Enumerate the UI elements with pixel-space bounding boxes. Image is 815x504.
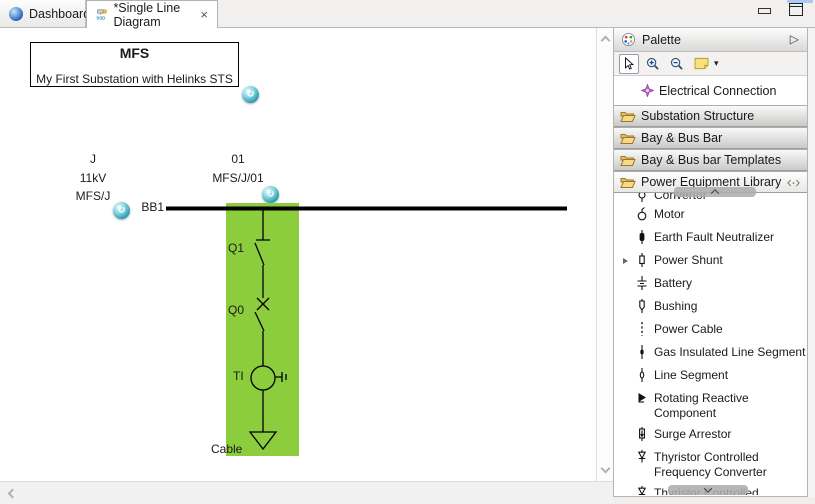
palette-item-electrical-connection[interactable]: Electrical Connection <box>614 76 807 105</box>
palette-item-surge-arrestor[interactable]: Surge Arrestor <box>614 424 807 442</box>
window-edge <box>808 28 815 497</box>
scroll-down-icon <box>704 484 712 492</box>
palette-title: Palette <box>642 33 681 47</box>
palette-item-gas-insulated-line-segment[interactable]: Gas Insulated Line Segment <box>614 342 807 360</box>
palette-header[interactable]: Palette ▷ <box>614 28 807 52</box>
canvas-vertical-scrollbar[interactable] <box>596 28 613 481</box>
surge-arrestor-icon <box>636 426 648 442</box>
palette-item-power-cable[interactable]: Power Cable <box>614 319 807 337</box>
tab-single-line-diagram[interactable]: SSD *Single Line Diagram × <box>86 0 218 28</box>
view-controls <box>758 3 803 16</box>
select-arrow-icon <box>622 57 636 71</box>
electrical-connection-label: Electrical Connection <box>659 84 776 98</box>
circuit-breaker-symbol[interactable] <box>255 298 269 366</box>
rotating-reactive-component-icon <box>636 390 648 406</box>
scroll-up-icon <box>711 189 719 197</box>
zoom-out-icon <box>670 57 684 71</box>
zoom-in-button[interactable] <box>643 54 663 74</box>
diagram-canvas[interactable]: MFS My First Substation with Helinks STS… <box>0 28 596 481</box>
palette-scroll-down-button[interactable] <box>668 485 748 495</box>
canvas-horizontal-scrollbar[interactable] <box>0 481 613 504</box>
zoom-out-button[interactable] <box>667 54 687 74</box>
palette-toolbar: ▾ <box>614 52 807 76</box>
folder-icon <box>620 154 636 167</box>
equipment-list: Convertor Motor Earth Fault Neutralizer <box>614 193 807 495</box>
palette-item-earth-fault-neutralizer[interactable]: Earth Fault Neutralizer <box>614 227 807 245</box>
single-line-diagram-graphics[interactable] <box>0 28 596 481</box>
palette-icon <box>621 32 636 47</box>
earth-fault-neutralizer-icon <box>636 229 648 245</box>
editor-tabbar: Dashboard SSD *Single Line Diagram × <box>0 0 815 28</box>
scroll-left-icon[interactable] <box>8 489 18 499</box>
folder-icon <box>620 110 636 123</box>
category-label: Bay & Bus Bar <box>641 131 722 145</box>
palette-panel: Palette ▷ <box>613 28 808 497</box>
select-tool-button[interactable] <box>619 54 639 74</box>
minimize-icon[interactable] <box>758 8 771 14</box>
note-dropdown-icon[interactable]: ▾ <box>714 58 719 69</box>
disconnector-label: Q1 <box>228 241 244 255</box>
minimized-panel-indicator <box>787 0 813 3</box>
palette-item-thyristor-controlled-frequency-converter[interactable]: Thyristor Controlled Frequency Converter <box>614 447 807 480</box>
palette-pin-arrow-icon[interactable]: ▷ <box>790 32 799 46</box>
palette-item-motor[interactable]: Motor <box>614 204 807 222</box>
scroll-down-icon[interactable] <box>601 464 611 474</box>
pin-icon[interactable] <box>787 179 800 187</box>
category-label: Substation Structure <box>641 109 754 123</box>
category-bay-bus-bar-templates[interactable]: Bay & Bus bar Templates <box>614 149 807 171</box>
disconnector-symbol[interactable] <box>255 210 270 298</box>
circuit-breaker-label: Q0 <box>228 303 244 317</box>
note-icon <box>694 57 709 70</box>
dashboard-globe-icon <box>9 7 23 21</box>
tab-dashboard[interactable]: Dashboard <box>0 0 86 27</box>
power-shunt-icon <box>636 252 648 268</box>
zoom-in-icon <box>646 57 660 71</box>
palette-item-line-segment[interactable]: Line Segment <box>614 365 807 383</box>
tab-dashboard-label: Dashboard <box>29 7 90 21</box>
convertor-icon <box>636 193 648 203</box>
battery-icon <box>636 275 648 291</box>
folder-icon <box>620 176 636 189</box>
category-label: Bay & Bus bar Templates <box>641 153 781 167</box>
maximize-icon[interactable] <box>789 3 803 16</box>
power-cable-icon <box>636 321 648 337</box>
electrical-connection-icon <box>641 84 654 97</box>
thyristor-frequency-converter-icon <box>636 449 648 465</box>
gas-insulated-line-segment-icon <box>636 344 648 360</box>
current-transformer-symbol[interactable] <box>251 366 275 390</box>
cable-symbol[interactable] <box>250 432 276 449</box>
note-tool-button[interactable] <box>691 54 711 74</box>
motor-icon <box>636 206 648 222</box>
close-tab-icon[interactable]: × <box>200 8 208 21</box>
current-transformer-label: TI <box>233 369 244 383</box>
tab-sld-label: *Single Line Diagram <box>113 1 192 29</box>
category-substation-structure[interactable]: Substation Structure <box>614 105 807 127</box>
scroll-up-icon[interactable] <box>601 36 611 46</box>
thyristor-reactive-component-icon <box>636 485 648 495</box>
palette-item-power-shunt[interactable]: Power Shunt <box>614 250 807 268</box>
line-segment-icon <box>636 367 648 383</box>
folder-icon <box>620 132 636 145</box>
ct-terminal-mark <box>275 372 286 382</box>
category-bay-bus-bar[interactable]: Bay & Bus Bar <box>614 127 807 149</box>
app-window: Dashboard SSD *Single Line Diagram × MFS… <box>0 0 815 504</box>
palette-item-rotating-reactive-component[interactable]: Rotating Reactive Component <box>614 388 807 421</box>
palette-scroll-up-button[interactable] <box>674 187 756 197</box>
palette-item-battery[interactable]: Battery <box>614 273 807 291</box>
cable-label: Cable <box>211 442 242 456</box>
expand-arrow-icon[interactable] <box>623 258 628 264</box>
single-line-diagram-icon: SSD <box>96 6 107 23</box>
svg-text:SSD: SSD <box>96 16 105 21</box>
palette-item-bushing[interactable]: Bushing <box>614 296 807 314</box>
bushing-icon <box>636 298 648 314</box>
